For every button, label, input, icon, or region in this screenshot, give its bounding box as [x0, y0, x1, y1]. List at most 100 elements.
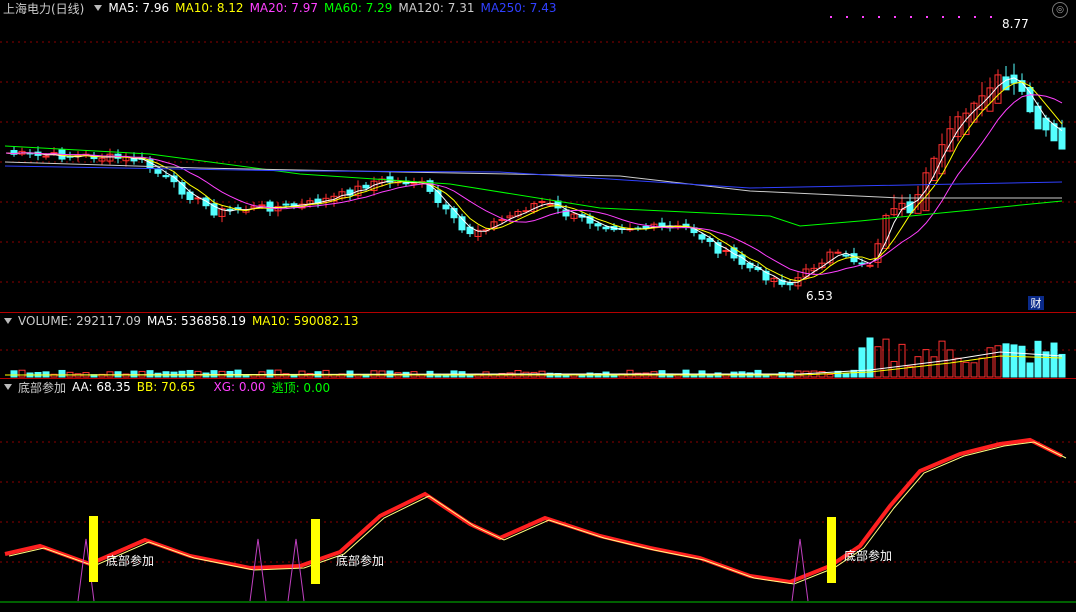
indicator-title[interactable]: 底部参加	[18, 379, 66, 396]
top-dot	[862, 16, 864, 18]
bb-value: BB: 70.65	[136, 380, 196, 394]
candle-body-132	[1058, 127, 1066, 150]
volume-bar-34	[274, 369, 282, 378]
ma10-label: MA10: 8.12	[175, 1, 244, 15]
ma10-line	[5, 81, 1063, 282]
volume-bar-23	[186, 369, 194, 378]
candle-body-98	[786, 282, 794, 286]
candle-body-67	[538, 201, 546, 204]
signal-bar-2	[827, 517, 836, 583]
volume-bar-127	[1018, 345, 1026, 378]
volume-bar-108	[866, 337, 874, 378]
candle-body-35	[282, 203, 290, 206]
volume-bar-2	[18, 369, 26, 378]
top-dot	[974, 16, 976, 18]
candle-body-45	[362, 184, 370, 189]
candle-body-74	[594, 223, 602, 227]
candle-body-26	[210, 203, 218, 216]
dropdown-triangle-icon[interactable]	[94, 5, 103, 11]
volume-bar-130	[1042, 351, 1050, 378]
indicator-panel-header: 底部参加 AA: 68.35 BB: 70.65 XG: 0.00 逃顶: 0.…	[0, 379, 336, 395]
signal-bar-0	[89, 516, 98, 582]
xg-value: XG: 0.00	[213, 380, 266, 394]
top-dot	[926, 16, 928, 18]
volume-ma10: MA10: 590082.13	[251, 314, 359, 328]
candle-body-104	[834, 251, 842, 254]
volume-bar-121	[970, 362, 978, 378]
volume-bar-123	[986, 347, 994, 378]
volume-value: VOLUME: 292117.09	[18, 314, 141, 328]
ma250-label: MA250: 7.43	[480, 1, 557, 15]
volume-bar-125	[1002, 343, 1010, 378]
top-dot	[830, 16, 832, 18]
candle-body-108	[866, 264, 874, 267]
high-price-label: 8.77	[1002, 17, 1029, 31]
volume-dropdown-icon[interactable]	[4, 318, 12, 324]
ma20-label: MA20: 7.97	[249, 1, 318, 15]
volume-bar-33	[266, 369, 274, 378]
candle-body-5	[42, 155, 50, 158]
ma5-line	[5, 77, 1063, 283]
stock-title[interactable]: 上海电力(日线)	[3, 0, 84, 17]
ma60-line	[4, 145, 1063, 227]
volume-bar-131	[1050, 342, 1058, 378]
top-dot	[878, 16, 880, 18]
ma120-line	[4, 161, 1062, 199]
volume-bar-116	[930, 356, 938, 378]
volume-bar-120	[962, 361, 970, 378]
indicator-dropdown-icon[interactable]	[4, 384, 12, 390]
volume-bar-29	[234, 369, 242, 378]
top-dot	[990, 16, 992, 18]
volume-bar-105	[842, 373, 850, 378]
taoding-value: 逃顶: 0.00	[271, 380, 331, 395]
volume-chart[interactable]	[0, 330, 1076, 378]
top-dot	[894, 16, 896, 18]
ma120-label: MA120: 7.31	[398, 1, 475, 15]
bb-line	[8, 441, 1067, 585]
signal-label-2: 底部参加	[336, 554, 385, 568]
low-price-label: 6.53	[806, 289, 833, 303]
candle-body-129	[1034, 105, 1042, 130]
top-dot	[958, 16, 960, 18]
volume-ma5: MA5: 536858.19	[147, 314, 246, 328]
volume-bar-112	[898, 343, 906, 378]
price-chart[interactable]	[0, 16, 1076, 312]
main-panel-header: 上海电力(日线) MA5: 7.96 MA10: 8.12 MA20: 7.97…	[0, 0, 563, 16]
volume-bar-22	[178, 370, 186, 378]
volume-bar-1	[10, 370, 18, 378]
volume-bar-103	[826, 374, 834, 378]
aa-value: AA: 68.35	[72, 380, 131, 394]
volume-bar-126	[1010, 344, 1018, 378]
top-dot	[846, 16, 848, 18]
finance-button[interactable]: 财	[1028, 296, 1044, 310]
ma60-label: MA60: 7.29	[324, 1, 393, 15]
signal-spike-3	[791, 538, 809, 602]
volume-bar-129	[1034, 340, 1042, 378]
candle-body-32	[258, 204, 266, 207]
candle-body-19	[154, 169, 162, 174]
candle-body-20	[162, 175, 170, 178]
volume-panel-header: VOLUME: 292117.09 MA5: 536858.19 MA10: 5…	[0, 313, 365, 329]
candle-body-87	[698, 234, 706, 240]
candle-body-128	[1026, 87, 1034, 113]
candle-body-68	[546, 203, 554, 206]
signal-label-1: 底部参加	[106, 554, 155, 568]
ma5-label: MA5: 7.96	[108, 1, 170, 15]
volume-bar-109	[874, 346, 882, 378]
candle-body-90	[722, 250, 730, 253]
volume-bar-40	[322, 369, 330, 378]
volume-bar-122	[978, 357, 986, 378]
candle-body-75	[602, 226, 610, 230]
volume-bar-17	[138, 370, 146, 378]
signal-bar-1	[311, 519, 320, 584]
volume-bar-128	[1026, 362, 1034, 378]
volume-bar-18	[146, 370, 154, 378]
candle-body-51	[410, 182, 418, 185]
volume-bar-7	[58, 369, 66, 378]
indicator-chart[interactable]	[0, 396, 1076, 612]
volume-bar-26	[210, 370, 218, 378]
candle-body-33	[266, 201, 274, 212]
candle-body-55	[442, 204, 450, 210]
volume-bar-110	[882, 338, 890, 378]
volume-bar-119	[954, 357, 962, 378]
